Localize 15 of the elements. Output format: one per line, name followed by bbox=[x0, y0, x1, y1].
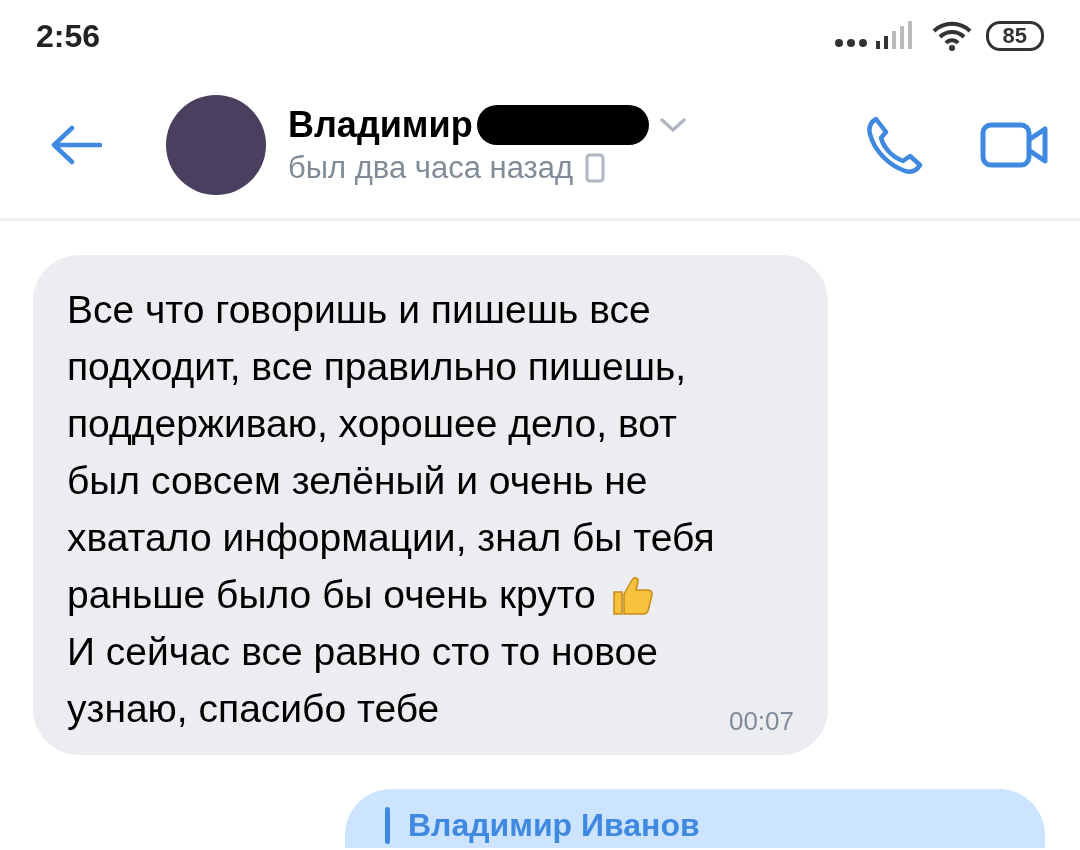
quote-bar bbox=[385, 807, 390, 844]
video-camera-icon bbox=[980, 122, 1050, 168]
message-time: 00:07 bbox=[728, 706, 794, 737]
battery-level: 85 bbox=[985, 21, 1044, 51]
last-seen-status: был два часа назад bbox=[288, 150, 574, 186]
message-text: раньше было бы очень круто bbox=[67, 572, 596, 618]
status-time: 2:56 bbox=[36, 17, 101, 55]
wifi-icon bbox=[931, 21, 972, 51]
phone-device-icon bbox=[585, 153, 606, 183]
message-text: И сейчас все равно сто то новое узнаю, спасибо тебе bbox=[67, 629, 658, 732]
reply-sender-name: Владимир Иванов bbox=[408, 807, 700, 844]
contact-name: Владимир bbox=[288, 104, 473, 146]
chevron-down-icon[interactable] bbox=[658, 117, 687, 133]
video-call-button[interactable] bbox=[980, 122, 1050, 168]
back-icon[interactable] bbox=[50, 125, 102, 165]
